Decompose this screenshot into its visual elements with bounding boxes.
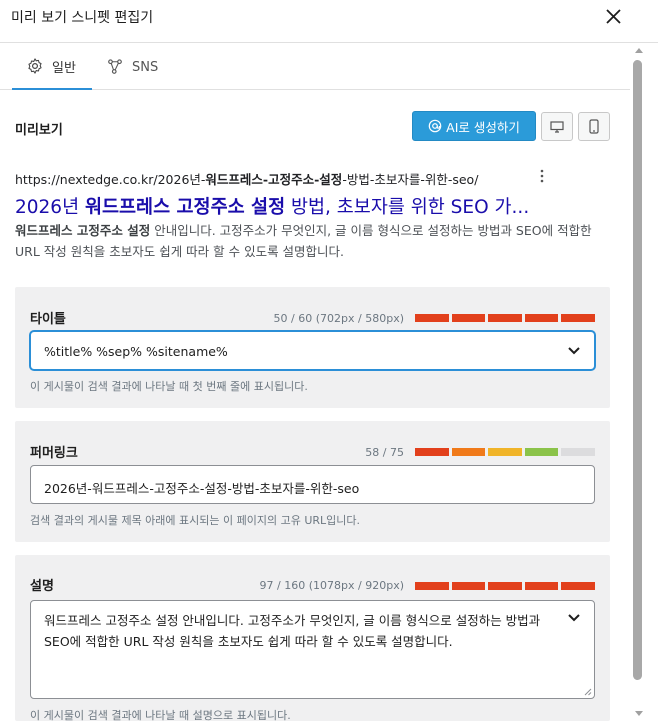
description-textarea[interactable]: 워드프레스 고정주소 설정 안내입니다. 고정주소가 무엇인지, 글 이름 형식… xyxy=(30,600,595,699)
description-char-count: 97 / 160 (1078px / 920px) xyxy=(259,579,404,592)
title-input[interactable]: %title% %sep% %sitename% xyxy=(30,331,595,370)
scroll-up-arrow[interactable] xyxy=(635,48,643,53)
length-bar-segment xyxy=(451,314,486,322)
mobile-preview-button[interactable] xyxy=(578,112,610,141)
share-nodes-icon xyxy=(108,59,122,74)
more-options-button[interactable] xyxy=(537,168,547,184)
title-hint: 이 게시물이 검색 결과에 나타날 때 첫 번째 줄에 표시됩니다. xyxy=(30,380,308,393)
tab-sns[interactable]: SNS xyxy=(106,44,158,90)
permalink-char-count: 58 / 75 xyxy=(365,446,404,459)
snippet-url-suffix: -방법-초보자를-위한-seo/ xyxy=(342,172,479,187)
length-bar-segment xyxy=(451,582,486,590)
snippet-desc-keyword: 워드프레스 고정주소 설정 xyxy=(15,223,151,238)
length-bar-segment xyxy=(524,582,559,590)
desktop-icon xyxy=(550,120,564,133)
snippet-description: 워드프레스 고정주소 설정 안내입니다. 고정주소가 무엇인지, 글 이름 형식… xyxy=(15,220,610,262)
resize-handle-icon[interactable] xyxy=(584,688,592,696)
close-button[interactable] xyxy=(601,5,625,29)
tab-bar: 일반 SNS xyxy=(0,44,630,90)
permalink-card: 퍼머링크 58 / 75 2026년-워드프레스-고정주소-설정-방법-초보자를… xyxy=(15,421,610,542)
snippet-title-suffix: 방법, 초보자를 위한 SEO 가... xyxy=(285,197,530,218)
snippet-url: https://nextedge.co.kr/2026년-워드프레스-고정주소-… xyxy=(15,169,478,188)
vertical-dots-icon xyxy=(540,169,544,183)
ai-icon xyxy=(428,119,442,133)
dialog-header: 미리 보기 스니펫 편집기 xyxy=(0,0,658,43)
length-bar-segment xyxy=(488,582,522,590)
desktop-preview-button[interactable] xyxy=(541,112,573,141)
description-length-bar xyxy=(415,582,595,590)
length-bar-segment xyxy=(561,448,595,456)
tab-general[interactable]: 일반 xyxy=(12,44,92,90)
scrollbar-thumb[interactable] xyxy=(633,60,642,680)
permalink-input[interactable]: 2026년-워드프레스-고정주소-설정-방법-초보자를-위한-seo xyxy=(30,465,595,504)
chevron-down-icon[interactable] xyxy=(567,613,581,623)
close-icon xyxy=(606,9,621,24)
ai-generate-button[interactable]: AI로 생성하기 xyxy=(412,111,536,141)
tab-sns-label: SNS xyxy=(132,59,159,75)
length-bar-segment xyxy=(561,582,595,590)
length-bar-segment xyxy=(415,448,449,456)
title-length-bar xyxy=(415,314,595,322)
permalink-length-bar xyxy=(415,448,595,456)
title-char-count: 50 / 60 (702px / 580px) xyxy=(273,312,404,325)
chevron-down-icon[interactable] xyxy=(567,346,581,356)
length-bar-segment xyxy=(488,314,522,322)
permalink-card-label: 퍼머링크 xyxy=(30,446,78,461)
length-bar-segment xyxy=(415,582,449,590)
length-bar-segment xyxy=(451,448,486,456)
permalink-input-value: 2026년-워드프레스-고정주소-설정-방법-초보자를-위한-seo xyxy=(44,481,360,496)
title-input-value: %title% %sep% %sitename% xyxy=(44,344,228,359)
permalink-hint: 검색 결과의 게시물 제목 아래에 표시되는 이 페이지의 고유 URL입니다. xyxy=(30,514,361,527)
title-card-label: 타이틀 xyxy=(30,312,66,327)
snippet-title[interactable]: 2026년 워드프레스 고정주소 설정 방법, 초보자를 위한 SEO 가... xyxy=(15,193,600,219)
length-bar-segment xyxy=(524,314,559,322)
description-card-label: 설명 xyxy=(30,579,54,594)
preview-label: 미리보기 xyxy=(15,123,63,138)
snippet-url-keyword: 워드프레스-고정주소-설정 xyxy=(205,172,343,187)
length-bar-segment xyxy=(415,314,449,322)
scroll-down-arrow[interactable] xyxy=(635,711,643,716)
length-bar-segment xyxy=(561,314,595,322)
snippet-url-prefix: https://nextedge.co.kr/2026년- xyxy=(15,172,206,187)
description-hint: 이 게시물이 검색 결과에 나타날 때 설명으로 표시됩니다. xyxy=(30,709,291,721)
mobile-icon xyxy=(589,119,599,134)
snippet-title-keyword: 워드프레스 고정주소 설정 xyxy=(84,197,286,218)
ai-generate-label: AI로 생성하기 xyxy=(446,119,520,135)
snippet-title-prefix: 2026년 xyxy=(15,197,85,218)
length-bar-segment xyxy=(524,448,559,456)
dialog-title: 미리 보기 스니펫 편집기 xyxy=(11,10,154,26)
gear-icon xyxy=(28,58,42,74)
description-card: 설명 97 / 160 (1078px / 920px) 워드프레스 고정주소 … xyxy=(15,555,610,721)
length-bar-segment xyxy=(488,448,522,456)
description-textarea-value: 워드프레스 고정주소 설정 안내입니다. 고정주소가 무엇인지, 글 이름 형식… xyxy=(44,613,541,649)
title-card: 타이틀 50 / 60 (702px / 580px) %title% %sep… xyxy=(15,287,610,408)
tab-general-label: 일반 xyxy=(52,60,76,76)
